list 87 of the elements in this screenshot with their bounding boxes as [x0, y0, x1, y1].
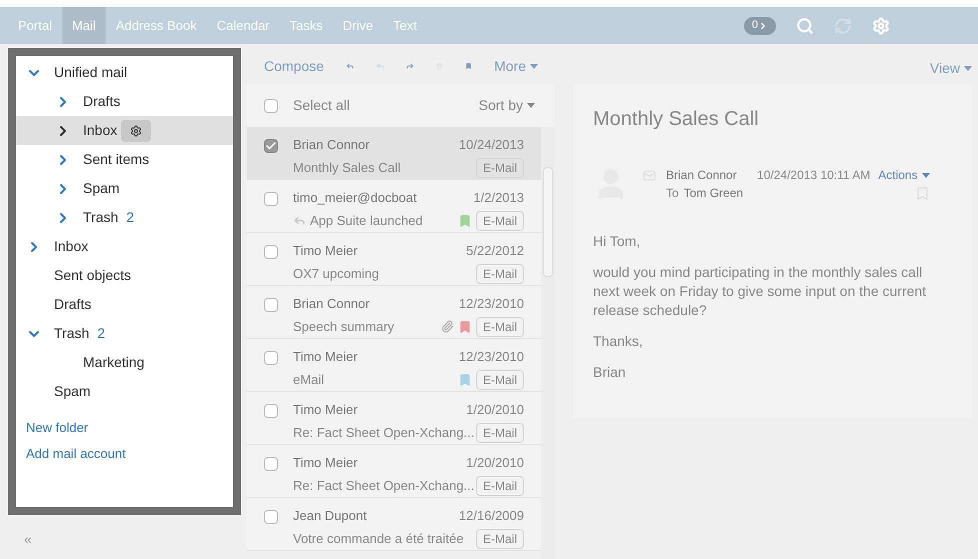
- more-menu[interactable]: More: [494, 56, 538, 76]
- mail-sender: Timo Meier: [293, 348, 358, 366]
- mail-subject: App Suite launched: [310, 212, 423, 230]
- mail-checkbox[interactable]: [264, 192, 278, 206]
- mail-date: 1/20/2010: [466, 454, 524, 472]
- attachment-icon: [440, 320, 454, 333]
- mail-body-paragraph: Brian: [593, 363, 627, 382]
- mail-tag: E-Mail: [476, 210, 524, 230]
- mail-subject: eMail: [293, 370, 324, 389]
- mail-row[interactable]: Brian Connor 10/24/2013 Monthly Sales Call E-Mail: [247, 127, 541, 180]
- caret-icon: [530, 64, 538, 68]
- mail-date: 1/2/2013: [473, 189, 524, 207]
- folder-item[interactable]: Trash: [83, 207, 118, 228]
- caret-icon: [527, 103, 535, 108]
- notification-badge[interactable]: 0: [744, 16, 776, 34]
- mail-date: 10/24/2013: [458, 136, 524, 154]
- mail-sender: Brian Connor: [293, 295, 370, 313]
- recipient-name: Tom Green: [684, 185, 744, 202]
- mail-checkbox[interactable]: [264, 139, 278, 153]
- mail-date: 1/20/2010: [466, 401, 524, 419]
- mail-checkbox[interactable]: [264, 510, 278, 524]
- to-label: To: [666, 185, 679, 202]
- mail-tag: E-Mail: [476, 316, 524, 336]
- mail-sender: Brian Connor: [293, 136, 370, 154]
- caret-icon: [964, 66, 972, 70]
- folder-item[interactable]: Spam: [83, 178, 120, 199]
- mail-body-paragraph: Hi Tom,: [593, 232, 642, 251]
- folder-item[interactable]: Sent objects: [54, 265, 132, 286]
- mail-tag: E-Mail: [476, 370, 524, 390]
- mail-subject: Speech summary: [293, 318, 394, 336]
- mail-body-paragraph: would you mind participating in the monthly sales call next week on Friday to give some input on the current release schedule?: [593, 263, 928, 320]
- mail-title: Monthly Sales Call: [593, 107, 760, 132]
- chevron-right-icon: [758, 20, 768, 30]
- mail-date: 12/16/2009: [458, 507, 524, 525]
- mail-checkbox[interactable]: [264, 298, 278, 312]
- folder-item[interactable]: Inbox: [83, 120, 118, 141]
- unread-count: 2: [126, 208, 134, 227]
- mail-subject: Monthly Sales Call: [293, 158, 401, 177]
- mail-subject: Votre commande a été traitée: [293, 530, 464, 548]
- compose-button[interactable]: Compose: [264, 56, 324, 76]
- select-all-checkbox[interactable]: [264, 98, 278, 112]
- sender-name: Brian Connor: [666, 167, 738, 184]
- search-icon[interactable]: [796, 16, 814, 34]
- mail-tag: E-Mail: [476, 264, 524, 284]
- mail-subject: Re: Fact Sheet Open-Xchang...: [293, 476, 474, 495]
- mail-sender: Timo Meier: [293, 454, 358, 472]
- folder-item[interactable]: Spam: [54, 381, 91, 402]
- actions-menu[interactable]: Actions: [878, 166, 930, 184]
- mail-body-paragraph: Thanks,: [593, 332, 644, 351]
- replied-icon: [293, 214, 306, 227]
- check-icon: [265, 140, 277, 152]
- caret-icon: [922, 172, 930, 178]
- sort-menu[interactable]: Sort by: [478, 95, 535, 116]
- mail-tag: E-Mail: [476, 422, 524, 442]
- mail-date: 12/23/2010: [458, 348, 524, 366]
- folder-item[interactable]: Drafts: [83, 91, 120, 112]
- mail-sender: Timo Meier: [293, 401, 358, 419]
- gear-icon[interactable]: [130, 124, 142, 136]
- folder-item[interactable]: Sent items: [83, 149, 150, 170]
- collapse-button[interactable]: «: [24, 529, 32, 550]
- mail-subject: OX7 upcoming: [293, 264, 379, 283]
- folder-settings-button[interactable]: [121, 120, 152, 142]
- select-all-label[interactable]: Select all: [293, 95, 350, 116]
- folder-item[interactable]: Trash: [54, 323, 90, 344]
- mail-checkbox[interactable]: [264, 404, 278, 418]
- mail-date: 12/23/2010: [458, 295, 524, 313]
- view-menu[interactable]: View: [930, 58, 972, 78]
- folder-item[interactable]: Drafts: [54, 294, 92, 315]
- folder-link[interactable]: New folder: [26, 418, 88, 438]
- mail-sender: Jean Dupont: [293, 507, 367, 525]
- mail-datetime: 10/24/2013 10:11 AM: [757, 167, 870, 184]
- mail-date: 5/22/2012: [466, 242, 524, 260]
- folder-item[interactable]: Unified mail: [54, 62, 128, 83]
- mail-sender: timo_meier@docboat: [293, 189, 417, 207]
- mail-checkbox[interactable]: [264, 245, 278, 259]
- unread-count: 2: [97, 324, 106, 343]
- folder-item[interactable]: Inbox: [54, 236, 88, 257]
- mail-checkbox[interactable]: [264, 351, 278, 365]
- mail-subject: Re: Fact Sheet Open-Xchang...: [293, 424, 474, 442]
- folder-link[interactable]: Add mail account: [26, 444, 126, 463]
- mail-sender: Timo Meier: [293, 242, 358, 260]
- folder-item[interactable]: Marketing: [83, 352, 144, 373]
- mail-tag: E-Mail: [476, 476, 524, 496]
- settings-icon[interactable]: [872, 16, 890, 34]
- mail-tag: E-Mail: [476, 528, 524, 548]
- mail-tag: E-Mail: [476, 158, 524, 178]
- mail-checkbox[interactable]: [264, 457, 278, 471]
